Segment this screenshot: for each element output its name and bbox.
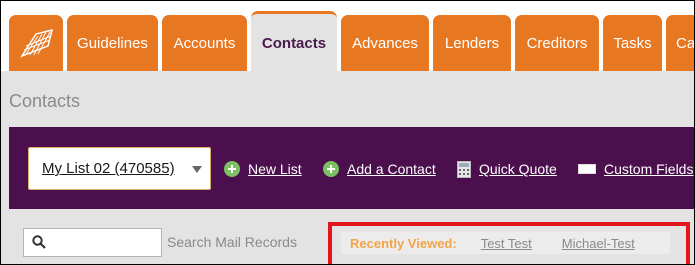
tab-bar: Guidelines Accounts Contacts Advances Le… — [1, 1, 694, 73]
logo-icon — [20, 28, 54, 58]
tab-contacts[interactable]: Contacts — [251, 11, 337, 73]
tab-label: Contacts — [261, 35, 327, 52]
tab-label: Accounts — [173, 34, 236, 52]
tab-label: Advances — [352, 34, 418, 52]
dropdown-caret-icon — [192, 166, 202, 173]
add-contact-label: Add a Contact — [347, 161, 436, 177]
list-select[interactable]: My List 02 (470585) — [28, 147, 211, 190]
app-frame: Guidelines Accounts Contacts Advances Le… — [0, 0, 695, 265]
quick-quote-link[interactable]: Quick Quote — [457, 159, 557, 179]
recently-viewed-highlight: Recently Viewed: Test Test Michael-Test — [328, 222, 690, 264]
custom-fields-link[interactable]: Custom Fields — [578, 159, 693, 179]
tab-accounts[interactable]: Accounts — [162, 15, 247, 71]
tab-label: Tasks — [613, 34, 652, 52]
search-icon — [32, 235, 46, 249]
search-input[interactable] — [23, 228, 162, 257]
tab-label: Creditors — [526, 34, 588, 52]
list-select-value: My List 02 (470585) — [42, 160, 175, 177]
custom-fields-label: Custom Fields — [604, 161, 694, 177]
plus-circle-icon — [224, 161, 240, 177]
recently-viewed-label: Recently Viewed: — [350, 235, 457, 251]
search-mail-records-label: Search Mail Records — [167, 234, 297, 250]
quick-quote-label: Quick Quote — [479, 161, 557, 177]
tab-home-logo[interactable] — [9, 15, 63, 71]
tab-label: Lenders — [444, 34, 500, 52]
tab-tasks[interactable]: Tasks — [603, 15, 662, 71]
new-list-label: New List — [248, 161, 302, 177]
plus-circle-icon — [323, 161, 339, 177]
recent-item-link[interactable]: Test Test — [481, 236, 532, 251]
page-title: Contacts — [9, 91, 81, 111]
add-contact-link[interactable]: Add a Contact — [323, 159, 436, 179]
calculator-icon — [457, 160, 471, 178]
tab-lenders[interactable]: Lenders — [433, 15, 511, 71]
new-list-link[interactable]: New List — [224, 159, 302, 179]
contacts-page: Contacts My List 02 (470585) New List Ad… — [1, 71, 694, 264]
tab-calendar[interactable]: Ca — [666, 15, 695, 71]
tab-label: Ca — [676, 34, 695, 52]
tab-label: Guidelines — [77, 34, 148, 52]
recently-viewed-bar: Recently Viewed: Test Test Michael-Test — [341, 232, 670, 254]
tab-advances[interactable]: Advances — [341, 15, 429, 71]
contacts-toolbar: My List 02 (470585) New List Add a Conta… — [9, 127, 694, 209]
tab-guidelines[interactable]: Guidelines — [67, 15, 158, 71]
recent-item-link[interactable]: Michael-Test — [562, 236, 635, 251]
fields-icon — [578, 163, 596, 175]
tab-creditors[interactable]: Creditors — [515, 15, 599, 71]
